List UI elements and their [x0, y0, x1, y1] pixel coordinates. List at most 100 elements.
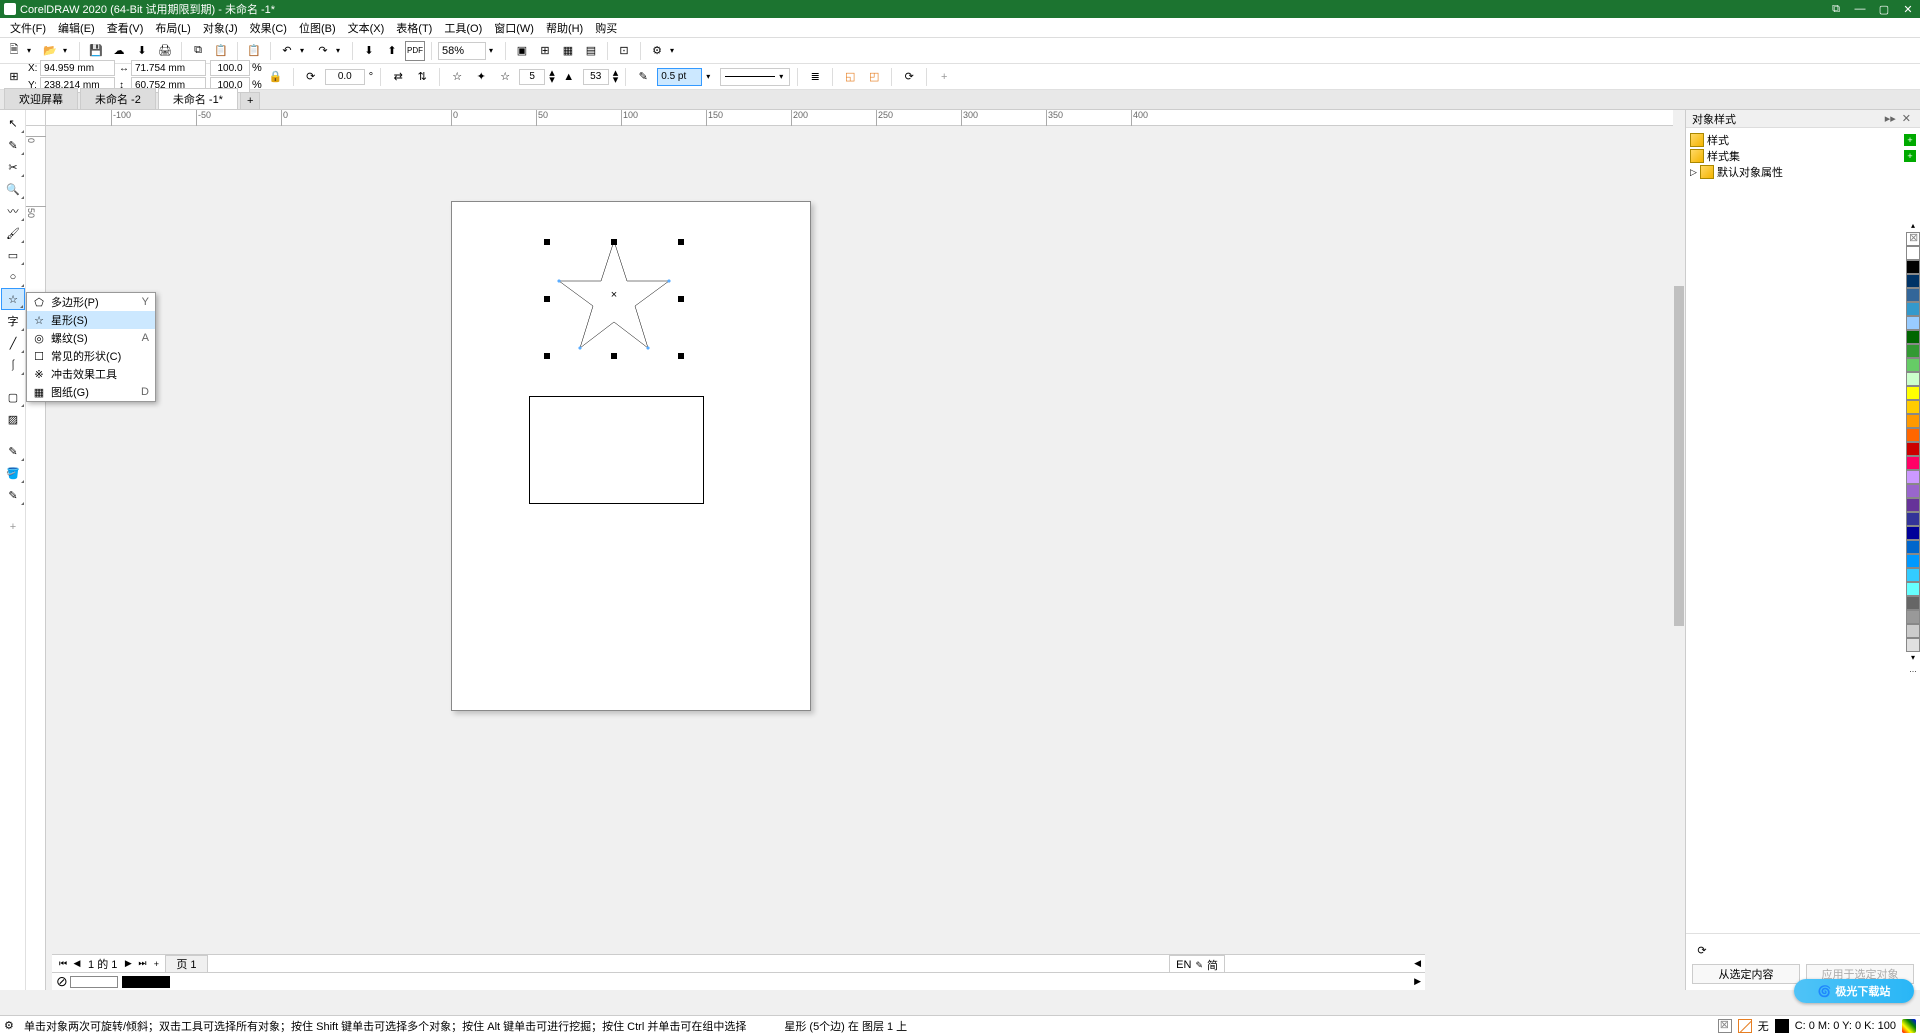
freehand-tool[interactable]: 〰 — [1, 200, 25, 222]
rectangle-tool[interactable]: ▭ — [1, 244, 25, 266]
color-swatch[interactable] — [1906, 344, 1920, 358]
show-grid-button[interactable]: ▦ — [558, 41, 578, 61]
color-swatch[interactable] — [1906, 428, 1920, 442]
show-guidelines-button[interactable]: ▤ — [581, 41, 601, 61]
outline-indicator-icon[interactable] — [1738, 1019, 1752, 1033]
save-button[interactable]: 💾 — [86, 41, 106, 61]
menu-text[interactable]: 文本(X) — [342, 18, 391, 38]
color-swatch[interactable] — [1906, 372, 1920, 386]
color-swatch[interactable] — [1906, 498, 1920, 512]
shape-tool[interactable]: ✎ — [1, 134, 25, 156]
maximize-button[interactable]: ▢ — [1876, 3, 1892, 16]
selection-handle[interactable] — [678, 239, 684, 245]
color-swatch[interactable] — [1906, 638, 1920, 652]
flyout-star[interactable]: ☆星形(S) — [27, 311, 155, 329]
selection-handle[interactable] — [678, 353, 684, 359]
paste-button[interactable]: 📋 — [211, 41, 231, 61]
menu-file[interactable]: 文件(F) — [4, 18, 52, 38]
color-swatch[interactable] — [1906, 442, 1920, 456]
no-color-swatch[interactable]: ⊘ — [56, 973, 68, 990]
connector-tool[interactable]: ⎰ — [1, 354, 25, 376]
page-tab-1[interactable]: 页 1 — [165, 955, 207, 973]
rectangle-shape[interactable] — [529, 396, 704, 504]
export-button[interactable]: ⬆ — [382, 41, 402, 61]
drop-shadow-tool[interactable]: ▢ — [1, 386, 25, 408]
black-swatch[interactable] — [122, 976, 170, 988]
snap-button[interactable]: ⊡ — [614, 41, 634, 61]
alt-restore-icon[interactable]: ⧉ — [1828, 3, 1844, 16]
color-swatch[interactable] — [1906, 400, 1920, 414]
docker-close-icon[interactable]: ✕ — [1899, 112, 1914, 125]
color-swatch[interactable] — [1906, 568, 1920, 582]
color-swatch[interactable] — [1906, 274, 1920, 288]
outline-tool[interactable]: ✎ — [1, 484, 25, 506]
menu-table[interactable]: 表格(T) — [390, 18, 438, 38]
color-swatch[interactable] — [1906, 246, 1920, 260]
hscroll-right[interactable]: ▶ — [1414, 976, 1421, 987]
selection-handle[interactable] — [678, 296, 684, 302]
add-button[interactable]: + — [934, 67, 954, 87]
outline-width-input[interactable] — [657, 68, 702, 86]
gear-icon[interactable]: ⚙ — [4, 1019, 20, 1032]
flyout-spiral[interactable]: ◎螺纹(S)A — [27, 329, 155, 347]
color-swatch[interactable] — [1906, 260, 1920, 274]
flyout-common-shapes[interactable]: ☐常见的形状(C) — [27, 347, 155, 365]
parallel-dimension-tool[interactable]: ╱ — [1, 332, 25, 354]
crop-tool[interactable]: ✂ — [1, 156, 25, 178]
options-button[interactable]: ⚙ — [647, 41, 667, 61]
star-shape-icon[interactable]: ☆ — [447, 67, 467, 87]
color-swatch[interactable] — [1906, 624, 1920, 638]
canvas-viewport[interactable]: × — [46, 126, 1673, 974]
points-input[interactable] — [519, 69, 545, 85]
mirror-v-button[interactable]: ⇅ — [412, 67, 432, 87]
flyout-graph-paper[interactable]: ▦图纸(G)D — [27, 383, 155, 401]
minimize-button[interactable]: — — [1852, 3, 1868, 16]
color-swatch[interactable] — [1906, 316, 1920, 330]
width-input[interactable]: 71.754 mm — [131, 60, 206, 76]
docker-collapse-icon[interactable]: ▸▸ — [1882, 112, 1899, 125]
no-fill-swatch[interactable]: ⊠ — [1906, 232, 1920, 246]
menu-window[interactable]: 窗口(W) — [488, 18, 540, 38]
sharpness-spinner[interactable]: ▴▾ — [613, 70, 619, 84]
palette-more-icon[interactable]: … — [1906, 664, 1920, 676]
color-picker-icon[interactable] — [1902, 1019, 1916, 1033]
color-swatch[interactable] — [1906, 484, 1920, 498]
cloud-upload-button[interactable]: ☁ — [109, 41, 129, 61]
sharpness-input[interactable] — [583, 69, 609, 85]
page-last[interactable]: ⏭ — [135, 958, 149, 969]
new-button[interactable]: 🗎 — [4, 41, 24, 61]
rotation-input[interactable] — [325, 69, 365, 85]
redo-button[interactable]: ↷ — [313, 41, 333, 61]
menu-bitmap[interactable]: 位图(B) — [293, 18, 342, 38]
color-swatch[interactable] — [1906, 302, 1920, 316]
copy-button[interactable]: ⧉ — [188, 41, 208, 61]
text-tool[interactable]: 字 — [1, 310, 25, 332]
menu-object[interactable]: 对象(J) — [197, 18, 244, 38]
convert-curves-button[interactable]: ⟳ — [899, 67, 919, 87]
print-button[interactable]: 🖨 — [155, 41, 175, 61]
star-shape[interactable]: × — [549, 236, 679, 356]
refresh-styles-icon[interactable]: ⟳ — [1692, 940, 1712, 960]
wrap-text-button[interactable]: ≣ — [805, 67, 825, 87]
clipboard-button[interactable]: 📋 — [244, 41, 264, 61]
selection-handle[interactable] — [544, 239, 550, 245]
pdf-button[interactable]: PDF — [405, 41, 425, 61]
palette-down-icon[interactable]: ▾ — [1906, 652, 1920, 664]
doctab-untitled-2[interactable]: 未命名 -2 — [80, 88, 156, 109]
menu-effects[interactable]: 效果(C) — [244, 18, 293, 38]
vertical-ruler[interactable]: 050 — [26, 126, 46, 990]
to-front-button[interactable]: ◱ — [840, 67, 860, 87]
color-swatch[interactable] — [1906, 288, 1920, 302]
scale-x-input[interactable] — [210, 60, 250, 76]
toolbox-add[interactable]: + — [1, 516, 25, 538]
points-spinner[interactable]: ▴▾ — [549, 70, 555, 84]
menu-layout[interactable]: 布局(L) — [149, 18, 196, 38]
object-origin-icon[interactable]: ⊞ — [4, 67, 24, 87]
page-add[interactable]: + — [149, 959, 163, 969]
ellipse-tool[interactable]: ○ — [1, 266, 25, 288]
color-swatch[interactable] — [1906, 582, 1920, 596]
from-selection-button[interactable]: 从选定内容 — [1692, 964, 1800, 984]
tree-default-props[interactable]: ▷默认对象属性 — [1690, 164, 1916, 180]
hscroll-left[interactable]: ◀ — [1414, 958, 1421, 969]
vertical-scrollbar[interactable] — [1673, 126, 1685, 974]
